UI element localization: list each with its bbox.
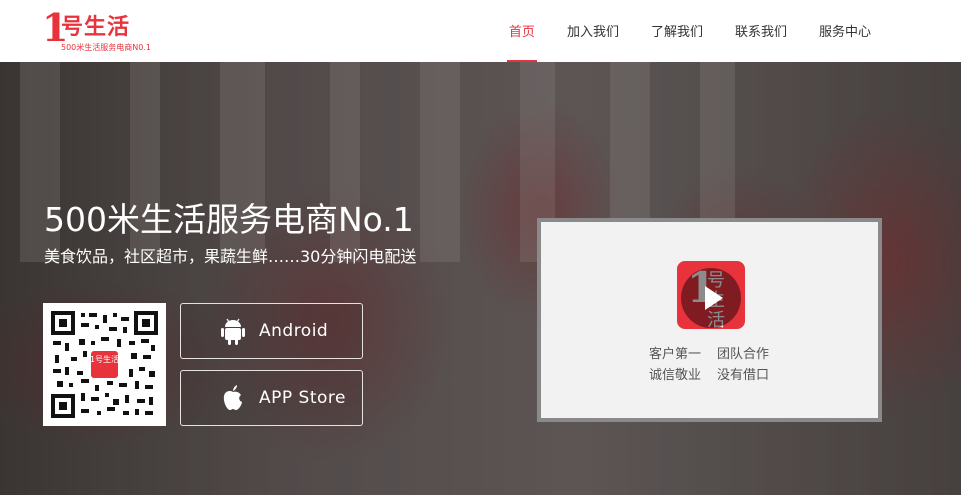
play-icon[interactable]: [681, 268, 741, 328]
hero-banner: 500米生活服务电商No.1 美食饮品，社区超市，果蔬生鲜……30分钟闪电配送: [0, 62, 961, 495]
site-header: 1 号生活 500米生活服务电商N0.1 首页 加入我们 了解我们 联系我们 服…: [0, 0, 961, 62]
hero-title: 500米生活服务电商No.1: [44, 200, 414, 239]
intro-video-player[interactable]: 1 号生活 客户第一 团队合作 诚信敬业 没有借口: [537, 218, 882, 422]
qr-code-icon: 1号生活: [51, 311, 158, 418]
android-button-label: Android: [259, 321, 329, 341]
slogan-text: 团队合作: [717, 347, 770, 362]
slogan-text: 没有借口: [717, 368, 770, 383]
nav-item-service-center[interactable]: 服务中心: [819, 0, 871, 62]
logo-text: 号生活: [61, 15, 131, 40]
nav-item-home[interactable]: 首页: [506, 0, 537, 62]
apple-icon: [219, 384, 247, 412]
logo-tagline: 500米生活服务电商N0.1: [61, 43, 151, 52]
appstore-download-button[interactable]: APP Store: [180, 370, 363, 426]
appstore-button-label: APP Store: [259, 388, 346, 408]
slogan-text: 客户第一: [649, 347, 702, 362]
nav-item-join-us[interactable]: 加入我们: [567, 0, 619, 62]
site-logo[interactable]: 1 号生活 500米生活服务电商N0.1: [42, 7, 162, 55]
android-download-button[interactable]: Android: [180, 303, 363, 359]
download-qr-code: 1号生活: [43, 303, 166, 426]
main-nav: 首页 加入我们 了解我们 联系我们 服务中心: [477, 0, 871, 62]
nav-item-contact-us[interactable]: 联系我们: [735, 0, 787, 62]
nav-item-about-us[interactable]: 了解我们: [651, 0, 703, 62]
hero-subtitle: 美食饮品，社区超市，果蔬生鲜……30分钟闪电配送: [44, 247, 417, 266]
qr-logo-text: 1号生活: [90, 354, 119, 364]
android-icon: [219, 317, 247, 345]
slogan-text: 诚信敬业: [649, 368, 702, 383]
